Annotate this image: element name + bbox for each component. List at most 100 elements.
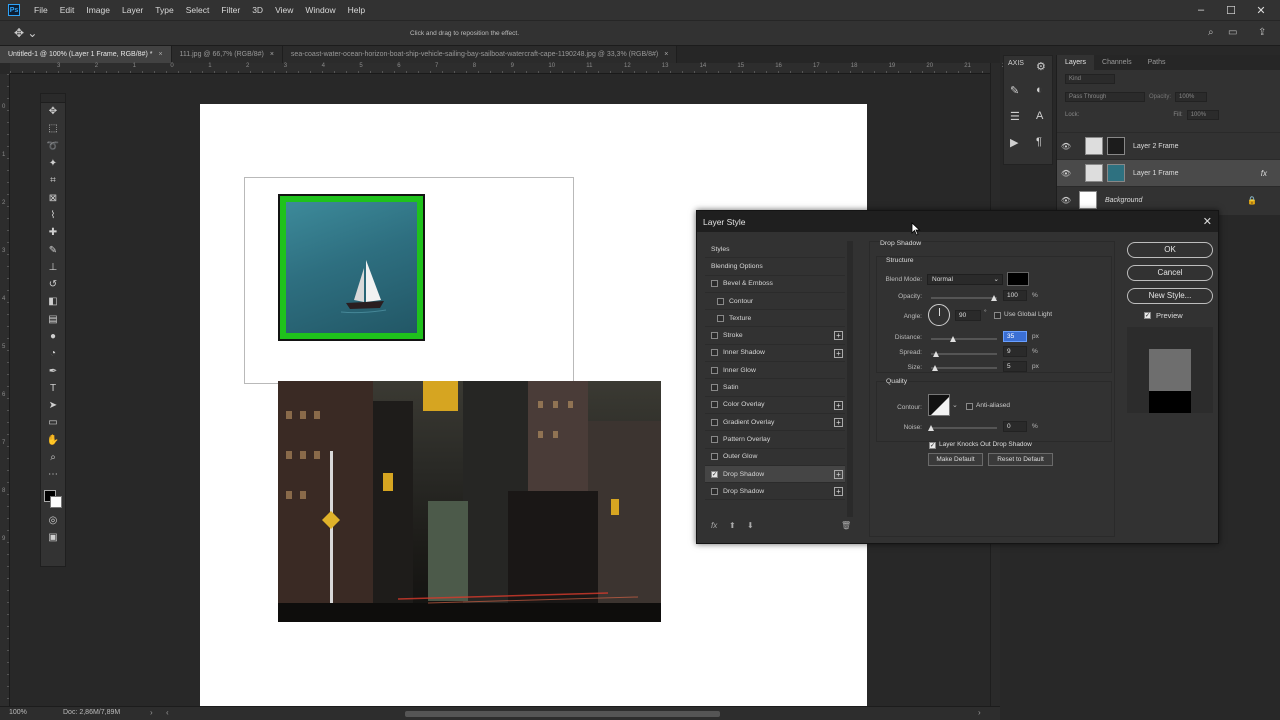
style-item-inner-shadow[interactable]: Inner Shadow + xyxy=(705,345,845,363)
rectangle-tool-icon[interactable]: ▭ xyxy=(41,414,65,431)
minimize-icon[interactable]: – xyxy=(1186,0,1216,20)
style-item-blending-options[interactable]: Blending Options xyxy=(705,258,845,276)
dialog-title-bar[interactable]: Layer Style ✕ xyxy=(697,211,1218,232)
menu-window[interactable]: Window xyxy=(299,5,341,15)
tools-panel-header[interactable] xyxy=(41,94,65,103)
opacity-field[interactable]: 100 xyxy=(1003,290,1027,301)
spread-field[interactable]: 9 xyxy=(1003,346,1027,357)
style-checkbox[interactable] xyxy=(711,401,718,409)
gradient-tool-icon[interactable]: ▤ xyxy=(41,311,65,328)
visibility-eye-icon[interactable]: 👁 xyxy=(1057,142,1075,151)
menu-select[interactable]: Select xyxy=(180,5,216,15)
stamp-tool-icon[interactable]: ⊥ xyxy=(41,259,65,276)
properties-icon[interactable]: ⚙ xyxy=(1036,60,1046,73)
layer-opacity-field[interactable]: 100% xyxy=(1175,92,1208,102)
zoom-tool-icon[interactable]: ⌕ xyxy=(41,449,65,466)
add-effect-plus-icon[interactable]: + xyxy=(834,469,843,479)
lasso-tool-icon[interactable]: ➰ xyxy=(41,138,65,155)
style-checkbox[interactable] xyxy=(717,297,724,305)
anti-aliased-checkbox[interactable] xyxy=(966,403,973,410)
styles-list-scrollbar[interactable] xyxy=(847,241,853,517)
style-checkbox[interactable] xyxy=(711,366,718,374)
style-item-drop-shadow[interactable]: ✓ Drop Shadow + xyxy=(705,465,845,484)
style-checkbox[interactable] xyxy=(711,453,718,461)
use-global-light-checkbox[interactable] xyxy=(994,312,1001,319)
style-item-styles[interactable]: Styles xyxy=(705,241,845,259)
fx-icon[interactable]: fx xyxy=(1261,169,1267,178)
add-effect-plus-icon[interactable]: + xyxy=(834,331,843,341)
layer-row-layer-1-frame[interactable]: 👁 Layer 1 Frame fx xyxy=(1057,159,1280,186)
close-icon[interactable]: × xyxy=(270,51,274,58)
contour-picker[interactable] xyxy=(928,394,950,416)
spread-slider-thumb[interactable] xyxy=(933,351,939,357)
add-effect-plus-icon[interactable]: + xyxy=(834,417,843,427)
menu-layer[interactable]: Layer xyxy=(116,5,149,15)
add-effect-plus-icon[interactable]: + xyxy=(834,400,843,410)
history-brush-tool-icon[interactable]: ↺ xyxy=(41,276,65,293)
type-tool-icon[interactable]: T xyxy=(41,380,65,397)
style-checkbox[interactable] xyxy=(711,418,718,426)
size-slider[interactable] xyxy=(931,367,997,369)
move-tool-icon[interactable]: ✥ xyxy=(41,103,65,120)
noise-slider-thumb[interactable] xyxy=(928,425,934,431)
scroll-right-icon[interactable]: › xyxy=(978,708,981,717)
chevron-down-icon[interactable]: ⌄ xyxy=(952,401,958,409)
character-icon[interactable]: A xyxy=(1036,110,1043,122)
menu-view[interactable]: View xyxy=(269,5,299,15)
style-item-drop-shadow[interactable]: Drop Shadow + xyxy=(705,483,845,501)
style-checkbox[interactable] xyxy=(711,280,718,288)
path-selection-tool-icon[interactable]: ➤ xyxy=(41,397,65,414)
distance-slider[interactable] xyxy=(931,338,997,340)
brush-panel-icon[interactable]: ✎ xyxy=(1010,84,1019,97)
sliders-icon[interactable]: ☰ xyxy=(1010,110,1020,123)
background-color-swatch[interactable] xyxy=(50,495,62,508)
layer-row-layer-2-frame[interactable]: 👁 Layer 2 Frame xyxy=(1057,132,1280,159)
style-item-inner-glow[interactable]: Inner Glow xyxy=(705,362,845,380)
eraser-tool-icon[interactable]: ◧ xyxy=(41,293,65,310)
menu-help[interactable]: Help xyxy=(342,5,371,15)
color-swatches[interactable] xyxy=(41,484,65,512)
close-icon[interactable]: × xyxy=(664,51,668,58)
style-item-color-overlay[interactable]: Color Overlay + xyxy=(705,397,845,414)
size-field[interactable]: 5 xyxy=(1003,361,1027,372)
distance-slider-thumb[interactable] xyxy=(950,336,956,342)
tab-channels[interactable]: Channels xyxy=(1094,55,1140,70)
spread-slider[interactable] xyxy=(931,353,997,355)
cancel-button[interactable]: Cancel xyxy=(1127,265,1213,281)
style-item-stroke[interactable]: Stroke + xyxy=(705,327,845,345)
angle-dial[interactable] xyxy=(928,304,950,326)
size-slider-thumb[interactable] xyxy=(932,365,938,371)
eyedropper-tool-icon[interactable]: ⌇ xyxy=(41,207,65,224)
ok-button[interactable]: OK xyxy=(1127,242,1213,258)
style-item-pattern-overlay[interactable]: Pattern Overlay xyxy=(705,431,845,449)
adjustments-icon[interactable]: ◐ xyxy=(1036,84,1043,96)
layer-kind-filter[interactable]: Kind xyxy=(1065,74,1115,84)
style-checkbox[interactable] xyxy=(711,332,718,340)
opacity-slider-thumb[interactable] xyxy=(991,295,997,301)
move-up-icon[interactable]: ⬆ xyxy=(729,521,736,530)
close-icon[interactable]: ✕ xyxy=(1203,215,1212,228)
tab-sea-coast-jpg[interactable]: sea-coast-water-ocean-horizon-boat-ship-… xyxy=(282,46,678,63)
brush-tool-icon[interactable]: ✎ xyxy=(41,241,65,258)
tab-untitled-1[interactable]: Untitled-1 @ 100% (Layer 1 Frame, RGB/8#… xyxy=(0,46,172,63)
paragraph-icon[interactable]: ¶ xyxy=(1036,136,1042,148)
preview-checkbox[interactable]: ✓ xyxy=(1144,312,1151,319)
close-window-icon[interactable]: ✕ xyxy=(1246,0,1276,20)
opacity-slider[interactable] xyxy=(931,297,997,299)
magic-wand-tool-icon[interactable]: ✦ xyxy=(41,155,65,172)
make-default-button[interactable]: Make Default xyxy=(928,453,983,466)
layer-fill-field[interactable]: 100% xyxy=(1186,110,1219,120)
city-street-image[interactable] xyxy=(278,381,661,622)
layer-blend-mode-select[interactable]: Pass Through xyxy=(1065,92,1145,102)
menu-filter[interactable]: Filter xyxy=(215,5,246,15)
crop-tool-icon[interactable]: ⌗ xyxy=(41,172,65,189)
healing-brush-tool-icon[interactable]: ✚ xyxy=(41,224,65,241)
menu-file[interactable]: File xyxy=(28,5,54,15)
maximize-icon[interactable]: ☐ xyxy=(1216,0,1246,20)
move-tool-icon[interactable]: ✥ ⌄ xyxy=(14,26,37,40)
hand-tool-icon[interactable]: ✋ xyxy=(41,432,65,449)
style-checkbox[interactable] xyxy=(711,349,718,357)
style-item-texture[interactable]: Texture xyxy=(705,310,845,328)
menu-edit[interactable]: Edit xyxy=(54,5,81,15)
style-item-contour[interactable]: Contour xyxy=(705,293,845,311)
